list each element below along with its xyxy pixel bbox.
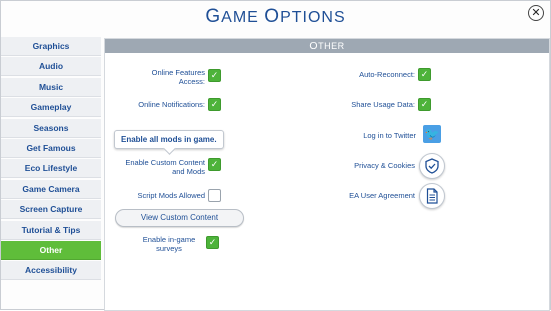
share-usage-label: Share Usage Data: <box>351 100 415 109</box>
twitter-login-label: Log in to Twitter <box>363 131 416 140</box>
sidebar-item-screen-capture[interactable]: Screen Capture <box>1 200 101 220</box>
sidebar-item-gameplay[interactable]: Gameplay <box>1 98 101 118</box>
sidebar-item-music[interactable]: Music <box>1 77 101 97</box>
sidebar-item-graphics[interactable]: Graphics <box>1 37 101 56</box>
other-options-panel: OTHER Online Features Access: ✓ Online N… <box>104 38 550 311</box>
auto-reconnect-checkbox[interactable]: ✓ <box>418 68 431 81</box>
enable-custom-content-checkbox[interactable]: ✓ <box>208 158 221 171</box>
auto-reconnect-label: Auto-Reconnect: <box>359 70 415 79</box>
privacy-shield-icon[interactable] <box>419 153 445 179</box>
script-mods-label: Script Mods Allowed <box>137 191 205 200</box>
sidebar-item-other[interactable]: Other <box>1 240 101 260</box>
options-sidebar: Graphics Audio Music Gameplay Seasons Ge… <box>1 37 101 282</box>
online-features-checkbox[interactable]: ✓ <box>208 69 221 82</box>
share-usage-checkbox[interactable]: ✓ <box>418 98 431 111</box>
sidebar-item-seasons[interactable]: Seasons <box>1 118 101 138</box>
close-icon[interactable]: ✕ <box>528 5 544 21</box>
game-options-window: GAME OPTIONS ✕ Graphics Audio Music Game… <box>0 0 551 311</box>
sidebar-item-eco-lifestyle[interactable]: Eco Lifestyle <box>1 159 101 179</box>
online-notifications-checkbox[interactable]: ✓ <box>208 98 221 111</box>
panel-header: OTHER <box>105 39 549 53</box>
sidebar-item-tutorial-tips[interactable]: Tutorial & Tips <box>1 220 101 240</box>
document-icon[interactable] <box>419 183 445 209</box>
online-notifications-label: Online Notifications: <box>138 100 205 109</box>
view-custom-content-button[interactable]: View Custom Content <box>115 209 244 227</box>
script-mods-checkbox[interactable]: ✓ <box>208 189 221 202</box>
enable-custom-content-label: Enable Custom Content and Mods <box>125 158 205 176</box>
ingame-surveys-label: Enable in-game surveys <box>142 235 196 253</box>
ingame-surveys-checkbox[interactable]: ✓ <box>206 236 219 249</box>
privacy-cookies-label: Privacy & Cookies <box>354 161 415 170</box>
mods-tooltip: Enable all mods in game. <box>114 130 224 149</box>
twitter-bird-icon[interactable]: 🐦 <box>423 125 441 143</box>
ea-agreement-label: EA User Agreement <box>349 191 415 200</box>
sidebar-item-game-camera[interactable]: Game Camera <box>1 179 101 199</box>
sidebar-item-audio[interactable]: Audio <box>1 57 101 77</box>
sidebar-item-get-famous[interactable]: Get Famous <box>1 138 101 158</box>
window-title: GAME OPTIONS <box>205 6 346 27</box>
sidebar-item-accessibility[interactable]: Accessibility <box>1 261 101 281</box>
online-features-label: Online Features Access: <box>151 68 205 86</box>
